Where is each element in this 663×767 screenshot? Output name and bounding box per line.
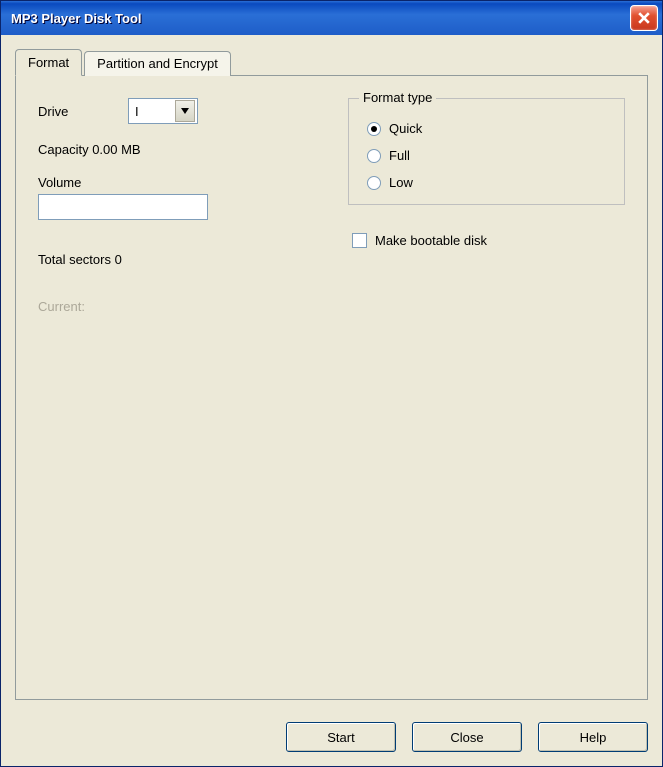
close-icon bbox=[638, 12, 650, 24]
radio-low[interactable]: Low bbox=[367, 175, 610, 190]
total-sectors-label: Total sectors 0 bbox=[38, 252, 122, 267]
client-area: Format Partition and Encrypt Drive I bbox=[1, 35, 662, 710]
close-window-button[interactable]: Close bbox=[412, 722, 522, 752]
volume-row: Volume bbox=[38, 175, 298, 220]
window: MP3 Player Disk Tool Format Partition an… bbox=[0, 0, 663, 767]
radio-label: Low bbox=[389, 175, 413, 190]
drive-value: I bbox=[129, 104, 175, 119]
button-label: Start bbox=[327, 730, 354, 745]
tab-strip: Format Partition and Encrypt bbox=[15, 49, 648, 76]
button-label: Help bbox=[580, 730, 607, 745]
help-button[interactable]: Help bbox=[538, 722, 648, 752]
tab-format[interactable]: Format bbox=[15, 49, 82, 76]
bootable-checkbox[interactable]: Make bootable disk bbox=[352, 233, 625, 248]
right-column: Format type Quick Full Low bbox=[348, 98, 625, 677]
button-bar: Start Close Help bbox=[1, 710, 662, 766]
total-sectors-row: Total sectors 0 bbox=[38, 252, 298, 267]
radio-icon bbox=[367, 122, 381, 136]
drive-label: Drive bbox=[38, 104, 128, 119]
volume-label: Volume bbox=[38, 175, 81, 190]
tab-label: Partition and Encrypt bbox=[97, 56, 218, 71]
left-column: Drive I Capacity 0.00 MB Volume bbox=[38, 98, 298, 677]
tab-partition-encrypt[interactable]: Partition and Encrypt bbox=[84, 51, 231, 76]
radio-full[interactable]: Full bbox=[367, 148, 610, 163]
checkbox-icon bbox=[352, 233, 367, 248]
capacity-row: Capacity 0.00 MB bbox=[38, 142, 298, 157]
drive-row: Drive I bbox=[38, 98, 298, 124]
radio-label: Full bbox=[389, 148, 410, 163]
capacity-label: Capacity 0.00 MB bbox=[38, 142, 141, 157]
radio-icon bbox=[367, 149, 381, 163]
format-type-group: Format type Quick Full Low bbox=[348, 98, 625, 205]
chevron-down-icon bbox=[181, 108, 189, 114]
dropdown-arrow bbox=[175, 100, 195, 122]
radio-quick[interactable]: Quick bbox=[367, 121, 610, 136]
radio-label: Quick bbox=[389, 121, 422, 136]
bootable-label: Make bootable disk bbox=[375, 233, 487, 248]
format-type-legend: Format type bbox=[359, 90, 436, 105]
current-label: Current: bbox=[38, 299, 85, 314]
tab-panel-format: Drive I Capacity 0.00 MB Volume bbox=[15, 75, 648, 700]
tab-label: Format bbox=[28, 55, 69, 70]
volume-input[interactable] bbox=[38, 194, 208, 220]
start-button[interactable]: Start bbox=[286, 722, 396, 752]
titlebar: MP3 Player Disk Tool bbox=[1, 1, 662, 35]
radio-icon bbox=[367, 176, 381, 190]
button-label: Close bbox=[450, 730, 483, 745]
close-button[interactable] bbox=[630, 5, 658, 31]
current-row: Current: bbox=[38, 299, 298, 314]
window-title: MP3 Player Disk Tool bbox=[11, 11, 142, 26]
drive-select[interactable]: I bbox=[128, 98, 198, 124]
